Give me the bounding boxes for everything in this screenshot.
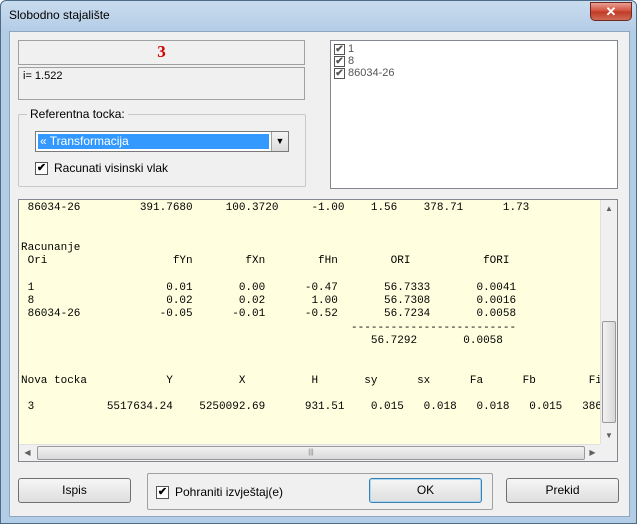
instrument-height-text: i= 1.522 (23, 70, 63, 82)
print-button[interactable]: Ispis (18, 478, 131, 503)
report-line: ------------------------- (21, 321, 517, 334)
station-number: 3 (157, 42, 166, 61)
report-line (21, 362, 601, 375)
vertical-scrollbar[interactable]: ▲ ▼ (600, 200, 617, 444)
instrument-height-box: i= 1.522 (18, 67, 305, 100)
point-list-item-label: 8 (348, 55, 355, 67)
report-line: 86034-26 -0.05 -0.01 -0.52 56.7234 0.005… (21, 308, 517, 321)
report-textarea[interactable]: 86034-26 391.7680 100.3720 -1.00 1.56 37… (18, 199, 618, 462)
point-list[interactable]: ✔ 1 ✔ 8 ✔ 86034-26 (330, 40, 618, 189)
checkbox-check-icon[interactable]: ✔ (334, 43, 345, 55)
height-traverse-checkbox[interactable]: ✔ Racunati visinski vlak (35, 161, 168, 175)
scroll-left-icon[interactable]: ◀ (19, 445, 36, 461)
height-traverse-label: Racunati visinski vlak (54, 161, 169, 175)
window-title: Slobodno stajalište (9, 8, 110, 22)
chevron-down-icon[interactable]: ▼ (271, 132, 288, 151)
report-line: 1 0.01 0.00 -0.47 56.7333 0.0041 (21, 281, 517, 294)
report-line: Ori fYn fXn fHn ORI fORI (21, 255, 510, 268)
report-line: 8 0.02 0.02 1.00 56.7308 0.0016 (21, 295, 517, 308)
save-report-checkbox[interactable]: ✔ Pohraniti izvještaj(e) (156, 485, 283, 499)
report-line: Racunanje (21, 241, 81, 254)
report-line (21, 388, 601, 401)
scroll-right-icon[interactable]: ▶ (584, 445, 601, 461)
scroll-corner (600, 444, 617, 461)
vertical-scroll-thumb[interactable] (602, 321, 616, 423)
cancel-button[interactable]: Prekid (506, 478, 619, 503)
report-line: 86034-26 391.7680 100.3720 -1.00 1.56 37… (21, 202, 530, 214)
report-line: Nova tocka Y X H sy sx Fa Fb Fi (21, 374, 601, 387)
reference-point-selected: « Transformacija (37, 133, 270, 150)
checkbox-check-icon[interactable]: ✔ (35, 161, 48, 175)
checkbox-check-icon[interactable]: ✔ (334, 67, 345, 79)
ok-button[interactable]: OK (369, 478, 482, 503)
close-icon: ✕ (605, 4, 617, 19)
point-list-item-label: 1 (348, 43, 355, 55)
dialog-client-area: 3 i= 1.522 Referentna tocka: « Transform… (9, 31, 630, 517)
scroll-up-icon[interactable]: ▲ (601, 200, 617, 217)
point-list-item-label: 86034-26 (348, 67, 395, 79)
checkbox-check-icon[interactable]: ✔ (334, 55, 345, 67)
report-text: 86034-26 391.7680 100.3720 -1.00 1.56 37… (21, 202, 601, 439)
title-bar[interactable]: Slobodno stajalište ✕ (1, 1, 636, 30)
horizontal-scroll-thumb[interactable]: ||| (37, 446, 585, 460)
reference-point-group: Referentna tocka: « Transformacija ▼ ✔ R… (18, 107, 306, 187)
point-list-item[interactable]: ✔ 1 (334, 43, 614, 55)
point-list-item[interactable]: ✔ 86034-26 (334, 67, 614, 79)
reference-point-select[interactable]: « Transformacija ▼ (35, 131, 289, 152)
report-line (21, 215, 601, 228)
report-line (21, 229, 601, 242)
reference-point-label: Referentna tocka: (27, 107, 128, 121)
report-line: 3 5517634.24 5250092.69 931.51 0.015 0.0… (21, 401, 601, 414)
scroll-down-icon[interactable]: ▼ (601, 427, 617, 444)
horizontal-scrollbar[interactable]: ◀ ||| ▶ (19, 444, 601, 461)
save-report-label: Pohraniti izvještaj(e) (175, 485, 284, 499)
dialog-window: Slobodno stajalište ✕ 3 i= 1.522 Referen… (0, 0, 637, 524)
close-button[interactable]: ✕ (590, 2, 632, 21)
report-line (21, 268, 601, 281)
checkbox-check-icon[interactable]: ✔ (156, 485, 169, 499)
report-line: 56.7292 0.0058 (21, 334, 503, 347)
station-number-box: 3 (18, 40, 305, 65)
report-line (21, 348, 601, 361)
point-list-item[interactable]: ✔ 8 (334, 55, 614, 67)
